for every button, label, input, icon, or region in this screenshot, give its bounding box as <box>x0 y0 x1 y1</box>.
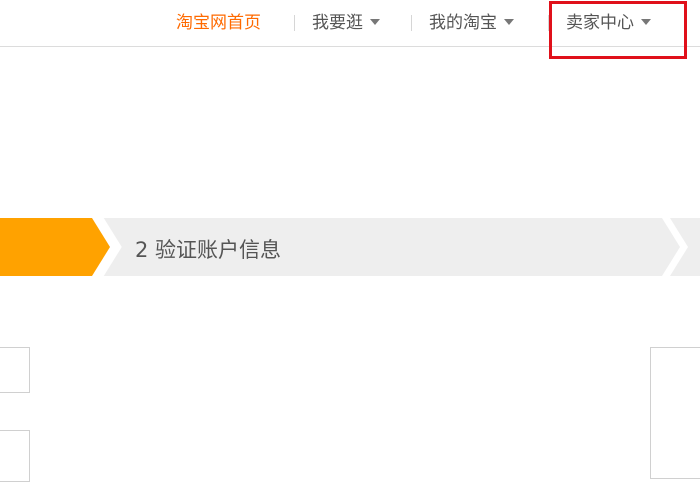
seller-center-highlight-box <box>549 1 687 59</box>
nav-separator <box>411 15 412 31</box>
step-2-label: 2 验证账户信息 <box>135 238 282 262</box>
nav-my-taobao-menu[interactable]: 我的淘宝 <box>429 10 514 36</box>
step-1-arrow <box>0 218 110 276</box>
chevron-down-icon <box>504 19 514 25</box>
step-progress-bar: 2 验证账户信息 <box>0 218 700 276</box>
form-input-fragment-2[interactable] <box>0 430 30 482</box>
side-panel-fragment <box>650 347 700 479</box>
nav-shop-menu[interactable]: 我要逛 <box>312 10 380 36</box>
step-arrows <box>0 218 700 276</box>
nav-shop-label: 我要逛 <box>312 13 363 33</box>
nav-my-taobao-label: 我的淘宝 <box>429 13 497 33</box>
form-input-fragment-1[interactable] <box>0 347 30 393</box>
nav-taobao-home-link[interactable]: 淘宝网首页 <box>176 10 261 36</box>
nav-separator <box>294 15 295 31</box>
chevron-down-icon <box>370 19 380 25</box>
